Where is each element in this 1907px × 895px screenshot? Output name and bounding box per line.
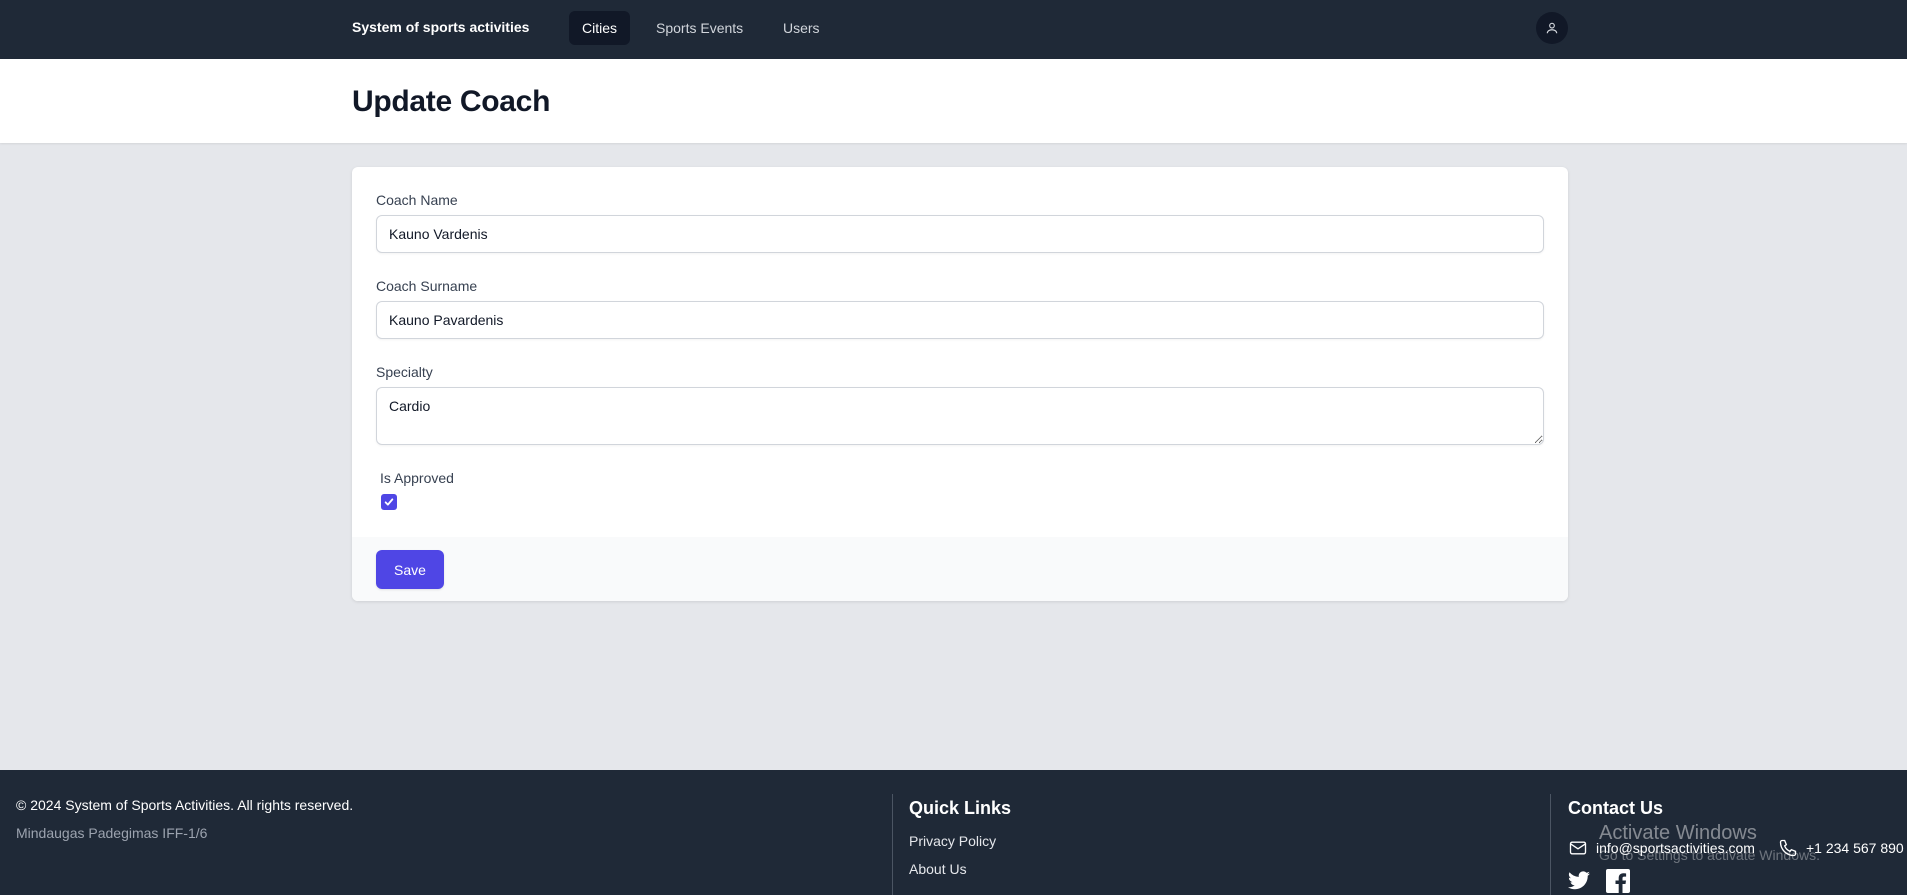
user-icon	[1546, 22, 1558, 34]
twitter-icon[interactable]	[1567, 869, 1591, 893]
author-text: Mindaugas Padegimas IFF-1/6	[16, 825, 208, 841]
facebook-icon[interactable]	[1606, 869, 1630, 893]
page-title: Update Coach	[352, 85, 551, 118]
page: System of sports activities Cities Sport…	[0, 0, 1907, 895]
about-us-link[interactable]: About Us	[909, 861, 967, 877]
nav-link-cities[interactable]: Cities	[569, 11, 631, 45]
save-button[interactable]: Save	[376, 550, 444, 589]
coach-name-label: Coach Name	[376, 192, 458, 208]
mail-icon	[1569, 841, 1587, 855]
coach-surname-input[interactable]	[376, 301, 1544, 339]
brand-title[interactable]: System of sports activities	[352, 19, 529, 35]
coach-surname-label: Coach Surname	[376, 278, 478, 294]
coach-name-input[interactable]	[376, 215, 1544, 253]
form-actions: Save	[352, 537, 1568, 601]
specialty-textarea[interactable]: Cardio	[376, 387, 1544, 445]
footer-divider	[892, 794, 893, 895]
page-header: Update Coach	[0, 59, 1907, 143]
activate-windows-subtitle: Go to Settings to activate Windows.	[1599, 847, 1820, 863]
site-footer: © 2024 System of Sports Activities. All …	[0, 770, 1907, 895]
user-menu-button[interactable]	[1536, 12, 1568, 44]
copyright-text: © 2024 System of Sports Activities. All …	[16, 797, 354, 813]
top-navbar: System of sports activities Cities Sport…	[0, 0, 1907, 59]
specialty-label: Specialty	[376, 364, 433, 380]
privacy-policy-link[interactable]: Privacy Policy	[909, 833, 996, 849]
update-coach-form: Coach Name Coach Surname Specialty Cardi…	[352, 167, 1568, 601]
is-approved-label: Is Approved	[380, 470, 454, 486]
activate-windows-title: Activate Windows	[1599, 822, 1757, 844]
nav-link-sports-events[interactable]: Sports Events	[643, 11, 756, 45]
footer-divider	[1550, 794, 1551, 895]
contact-us-title: Contact Us	[1568, 798, 1664, 818]
is-approved-checkbox[interactable]	[381, 494, 397, 510]
checkmark-icon	[384, 498, 394, 506]
nav-link-users[interactable]: Users	[770, 11, 833, 45]
quick-links-title: Quick Links	[909, 798, 1012, 818]
contact-phone-link[interactable]: +1 234 567 890	[1806, 840, 1904, 856]
